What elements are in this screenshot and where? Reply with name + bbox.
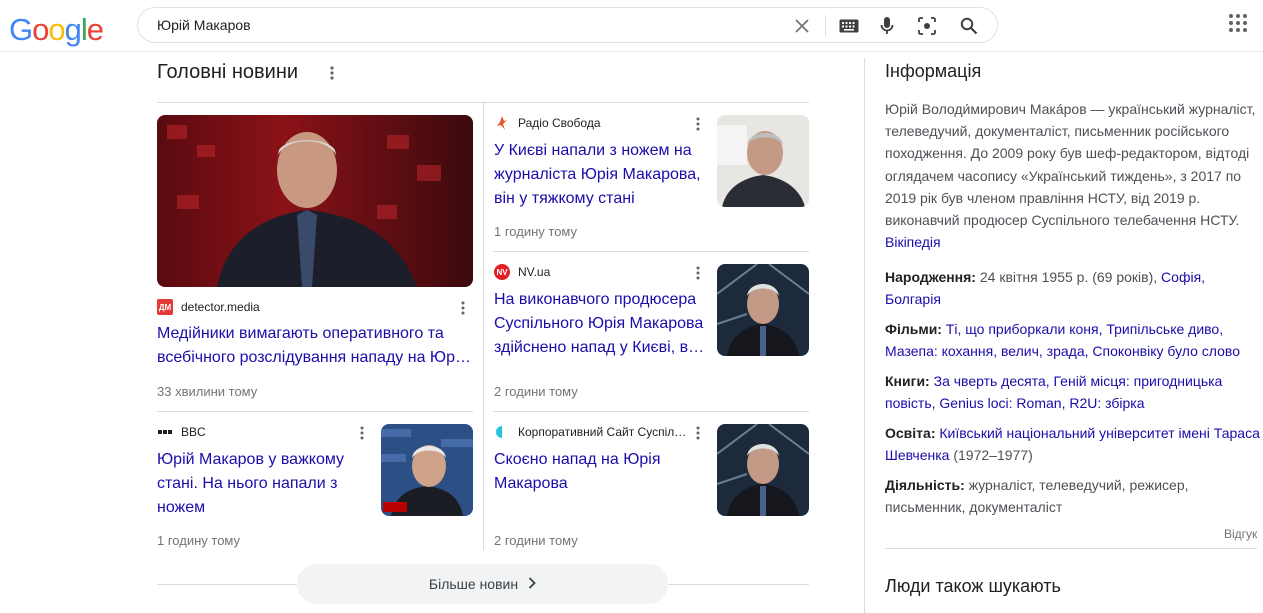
fact-birth: Народження: 24 квітня 1955 р. (69 років)… <box>885 266 1260 310</box>
source-name: BBC <box>181 425 206 439</box>
people-also-search-title: Люди також шукають <box>885 576 1061 596</box>
divider <box>157 584 297 585</box>
lens-icon[interactable] <box>917 16 937 36</box>
item-menu-icon[interactable] <box>694 116 702 132</box>
divider <box>157 411 473 412</box>
news-headline[interactable]: Юрій Макаров у важкому стані. На нього н… <box>157 448 369 520</box>
news-thumbnail[interactable] <box>381 424 473 516</box>
info-title: Інформація <box>885 61 982 81</box>
more-news-button[interactable]: Більше новин <box>297 564 668 604</box>
news-headline[interactable]: Скоєно напад на Юрія Макарова <box>494 448 706 496</box>
fact-education: Освіта: Київський національний університ… <box>885 422 1260 466</box>
fact-value: (1972–1977) <box>953 447 1033 463</box>
news-thumbnail[interactable] <box>717 115 809 207</box>
detector-media-favicon: ДМ <box>157 299 173 315</box>
news-source: BBC <box>157 424 206 440</box>
news-time: 1 годину тому <box>157 533 241 548</box>
news-headline[interactable]: Медійники вимагають оперативного та всеб… <box>157 322 473 370</box>
news-time: 33 хвилини тому <box>157 384 258 399</box>
news-thumbnail[interactable] <box>717 424 809 516</box>
divider <box>885 548 1257 549</box>
description-text: Юрій Володи́мирович Мака́ров — українськ… <box>885 101 1256 229</box>
column-divider <box>483 103 484 550</box>
news-time: 2 години тому <box>494 384 578 399</box>
search-icon[interactable] <box>959 16 979 36</box>
panel-divider <box>864 58 865 613</box>
source-name: Корпоративний Сайт Суспіл… <box>518 425 687 439</box>
more-news-label: Більше новин <box>428 576 519 592</box>
suspilne-favicon <box>494 424 510 440</box>
university-link[interactable]: Київський національний університет імені… <box>885 425 1260 463</box>
wikipedia-link[interactable]: Вікіпедія <box>885 234 941 250</box>
fact-label: Діяльність: <box>885 477 965 493</box>
news-source: ДМ detector.media <box>157 299 260 315</box>
chevron-right-icon <box>528 576 536 592</box>
news-time: 2 години тому <box>494 533 578 548</box>
item-menu-icon[interactable] <box>694 265 702 281</box>
source-name: detector.media <box>181 300 260 314</box>
nv-favicon: NV <box>494 264 510 280</box>
microphone-icon[interactable] <box>877 16 897 36</box>
fact-label: Фільми: <box>885 321 942 337</box>
news-time: 1 годину тому <box>494 224 578 239</box>
apps-grid-icon[interactable] <box>1229 14 1249 34</box>
more-options-icon[interactable] <box>326 64 338 82</box>
divider <box>493 251 809 252</box>
books-links[interactable]: За чверть десята, Геній місця: пригодниц… <box>885 373 1222 411</box>
clear-icon[interactable] <box>792 16 812 36</box>
news-headline[interactable]: У Києві напали з ножем на журналіста Юрі… <box>494 139 706 211</box>
source-name: Радіо Свобода <box>518 116 601 130</box>
radio-svoboda-favicon <box>494 115 510 131</box>
header: Google Юрій Макаров <box>0 0 1263 52</box>
sofia-link[interactable]: Софія, <box>1161 269 1205 285</box>
source-name: NV.ua <box>518 265 551 279</box>
fact-books: Книги: За чверть десята, Геній місця: пр… <box>885 370 1260 414</box>
info-description: Юрій Володи́мирович Мака́ров — українськ… <box>885 98 1260 253</box>
google-logo[interactable]: Google <box>9 12 104 48</box>
top-stories-title: Головні новини <box>157 61 299 83</box>
fact-label: Народження: <box>885 269 976 285</box>
search-box[interactable]: Юрій Макаров <box>137 7 998 43</box>
item-menu-icon[interactable] <box>358 425 366 441</box>
item-menu-icon[interactable] <box>694 425 702 441</box>
divider <box>668 584 809 585</box>
fact-label: Книги: <box>885 373 930 389</box>
keyboard-icon[interactable] <box>839 16 859 36</box>
fact-value: 24 квітня 1955 р. (69 років), <box>979 269 1158 285</box>
news-headline[interactable]: На виконавчого продюсера Суспільного Юрі… <box>494 288 706 360</box>
item-menu-icon[interactable] <box>459 300 467 316</box>
news-source: Радіо Свобода <box>494 115 601 131</box>
news-thumbnail[interactable] <box>717 264 809 356</box>
news-source: NV NV.ua <box>494 264 550 280</box>
news-thumbnail[interactable] <box>157 115 473 287</box>
news-source: Корпоративний Сайт Суспіл… <box>494 424 686 440</box>
divider <box>493 411 809 412</box>
bbc-favicon <box>157 424 173 440</box>
search-divider <box>825 15 826 36</box>
search-input[interactable]: Юрій Макаров <box>157 17 251 33</box>
feedback-link[interactable]: Відгук <box>1224 527 1257 541</box>
fact-activity: Діяльність: журналіст, телеведучий, режи… <box>885 474 1260 518</box>
fact-label: Освіта: <box>885 425 936 441</box>
fact-films: Фільми: Ті, що приборкали коня, Трипільс… <box>885 318 1260 362</box>
bulgaria-link[interactable]: Болгарія <box>885 291 941 307</box>
